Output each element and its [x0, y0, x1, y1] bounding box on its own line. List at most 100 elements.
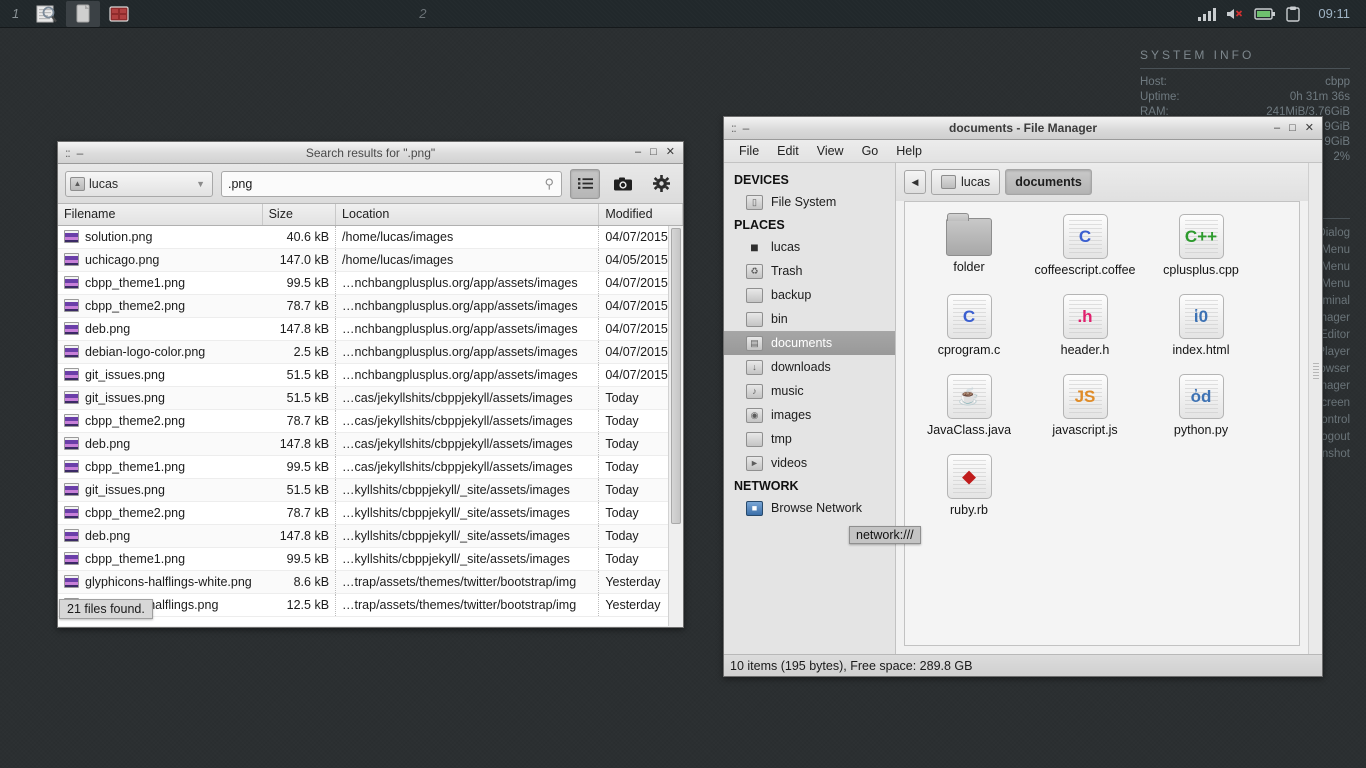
battery-icon[interactable]	[1254, 7, 1276, 21]
table-row[interactable]: cbpp_theme1.png 99.5 kB …kyllshits/cbppjek…	[58, 547, 683, 571]
workspace-button-1[interactable]: 1	[0, 0, 29, 28]
cell-filename[interactable]: git_issues.png	[58, 363, 263, 387]
fm-titlebar-left[interactable]: :: –	[724, 121, 749, 135]
taskbar[interactable]: 1 2 09:11	[0, 0, 1366, 28]
window-menu-icon[interactable]: ::	[65, 146, 71, 160]
table-row[interactable]: cbpp_theme2.png 78.7 kB …kyllshits/cbppjek…	[58, 501, 683, 525]
menu-file[interactable]: File	[730, 142, 768, 160]
file-item[interactable]: ◆ ruby.rb	[911, 452, 1027, 532]
search-window-titlebar[interactable]: :: – Search results for ".png" – □ ✕	[58, 142, 683, 164]
list-view-icon[interactable]	[570, 168, 600, 199]
cell-filename[interactable]: deb.png	[58, 317, 263, 341]
file-item[interactable]: Ccprogram.c	[911, 292, 1027, 372]
file-item[interactable]: ☕ JavaClass.java	[911, 372, 1027, 452]
table-row[interactable]: glyphicons-halflings-white.png 8.6 kB …tra…	[58, 570, 683, 594]
table-row[interactable]: deb.png 147.8 kB …cas/jekyllshits/cbppjeky…	[58, 432, 683, 456]
maximize-icon[interactable]: □	[650, 147, 657, 158]
file-item[interactable]: folder	[911, 212, 1027, 292]
workspace-button-2[interactable]: 2	[405, 0, 436, 28]
breadcrumb-item-documents[interactable]: documents	[1005, 169, 1092, 195]
fm-menubar[interactable]: File Edit View Go Help	[724, 140, 1322, 163]
clipboard-icon[interactable]	[1286, 6, 1301, 22]
maximize-icon[interactable]: □	[1289, 122, 1296, 134]
cell-filename[interactable]: cbpp_theme2.png	[58, 409, 263, 433]
fm-sidebar[interactable]: DEVICES ▯ File System PLACES ■ lucas ♻ Trash bac…	[724, 163, 896, 654]
breadcrumb-item-lucas[interactable]: lucas	[931, 169, 1001, 195]
breadcrumb[interactable]: ◀ lucas documents	[896, 163, 1308, 201]
column-header-location[interactable]: Location	[335, 204, 600, 226]
sidebar-item-lucas[interactable]: ■ lucas	[724, 235, 895, 259]
taskbar-launcher-file-manager[interactable]	[66, 0, 101, 27]
taskbar-clock[interactable]: 09:11	[1310, 6, 1356, 21]
gear-icon[interactable]	[646, 169, 676, 199]
menu-help[interactable]: Help	[887, 142, 931, 160]
camera-icon[interactable]	[608, 169, 638, 199]
close-icon[interactable]: ✕	[666, 147, 675, 158]
cell-filename[interactable]: deb.png	[58, 524, 263, 548]
cell-filename[interactable]: debian-logo-color.png	[58, 340, 263, 364]
fm-scrollbar[interactable]	[1308, 163, 1322, 654]
sidebar-item-tmp[interactable]: tmp	[724, 427, 895, 451]
cell-filename[interactable]: git_issues.png	[58, 478, 263, 502]
cell-filename[interactable]: cbpp_theme2.png	[58, 501, 263, 525]
table-row[interactable]: cbpp_theme2.png 78.7 kB …cas/jekyllshits/c…	[58, 409, 683, 433]
shade-icon[interactable]: –	[77, 147, 84, 159]
signal-bars-icon[interactable]	[1198, 7, 1217, 21]
table-row[interactable]: git_issues.png 51.5 kB …kyllshits/cbppjeky…	[58, 478, 683, 502]
table-row[interactable]: cbpp_theme1.png 99.5 kB …nchbangplusplus.o…	[58, 271, 683, 295]
column-header-modified[interactable]: Modified	[598, 204, 683, 226]
search-results-window[interactable]: :: – Search results for ".png" – □ ✕ ▲ l…	[57, 141, 684, 628]
menu-edit[interactable]: Edit	[768, 142, 808, 160]
table-row[interactable]: solution.png 40.6 kB/home/lucas/images 04/…	[58, 225, 683, 249]
location-combobox[interactable]: ▲ lucas ▼	[65, 170, 213, 197]
fm-main-pane[interactable]: ◀ lucas documents folder Ccoffeescript.co…	[896, 163, 1308, 654]
table-row[interactable]: git_issues.png 51.5 kB …cas/jekyllshits/cb…	[58, 386, 683, 410]
sidebar-item-bin[interactable]: bin	[724, 307, 895, 331]
magnifier-icon[interactable]: ⚲	[544, 176, 554, 192]
cell-filename[interactable]: solution.png	[58, 225, 263, 249]
cell-filename[interactable]: cbpp_theme1.png	[58, 271, 263, 295]
search-results-list[interactable]: Filename Size Location Modified solution…	[58, 204, 683, 626]
file-item[interactable]: .h header.h	[1027, 292, 1143, 372]
sidebar-item-images[interactable]: ◉ images	[724, 403, 895, 427]
file-item[interactable]: ὀd python.py	[1143, 372, 1259, 452]
sidebar-item-documents[interactable]: ▤ documents	[724, 331, 895, 355]
window-menu-icon[interactable]: ::	[731, 121, 737, 135]
file-item[interactable]: C++ cplusplus.cpp	[1143, 212, 1259, 292]
search-results-table[interactable]: Filename Size Location Modified solution…	[58, 204, 683, 617]
sidebar-item-trash[interactable]: ♻ Trash	[724, 259, 895, 283]
cell-filename[interactable]: cbpp_theme1.png	[58, 455, 263, 479]
volume-muted-icon[interactable]	[1226, 7, 1244, 21]
cell-filename[interactable]: uchicago.png	[58, 248, 263, 272]
file-item[interactable]: Ccoffeescript.coffee	[1027, 212, 1143, 292]
cell-filename[interactable]: git_issues.png	[58, 386, 263, 410]
search-titlebar-buttons[interactable]: – □ ✕	[635, 147, 683, 158]
minimize-icon[interactable]: –	[1274, 122, 1280, 134]
column-header-size[interactable]: Size	[262, 204, 337, 226]
table-row[interactable]: git_issues.png 51.5 kB …nchbangplusplus.or…	[58, 363, 683, 387]
scrollbar-grip[interactable]	[1312, 363, 1319, 379]
sidebar-item-videos[interactable]: ► videos	[724, 451, 895, 475]
fm-titlebar-buttons[interactable]: – □ ✕	[1274, 122, 1322, 134]
search-input[interactable]: .png ⚲	[221, 170, 562, 197]
file-item[interactable]: JS javascript.js	[1027, 372, 1143, 452]
sidebar-item-music[interactable]: ♪ music	[724, 379, 895, 403]
cell-filename[interactable]: glyphicons-halflings-white.png	[58, 570, 263, 594]
table-header-row[interactable]: Filename Size Location Modified	[58, 204, 683, 226]
back-arrow-icon[interactable]: ◀	[904, 170, 926, 194]
table-row[interactable]: deb.png 147.8 kB …nchbangplusplus.org/app/…	[58, 317, 683, 341]
table-row[interactable]: uchicago.png 147.0 kB/home/lucas/images 04…	[58, 248, 683, 272]
taskbar-launcher-search[interactable]	[30, 1, 64, 27]
sidebar-item-backup[interactable]: backup	[724, 283, 895, 307]
column-header-filename[interactable]: Filename	[58, 204, 263, 226]
file-item[interactable]: ἱ0 index.html	[1143, 292, 1259, 372]
scrollbar-thumb[interactable]	[671, 228, 681, 524]
fm-titlebar[interactable]: :: – documents - File Manager – □ ✕	[724, 117, 1322, 140]
file-manager-window[interactable]: :: – documents - File Manager – □ ✕ File…	[723, 116, 1323, 677]
menu-view[interactable]: View	[808, 142, 853, 160]
table-row[interactable]: cbpp_theme2.png 78.7 kB …nchbangplusplus.o…	[58, 294, 683, 318]
search-results-body[interactable]: solution.png 40.6 kB/home/lucas/images 04/…	[58, 225, 683, 617]
chevron-down-icon[interactable]: ▼	[196, 179, 205, 189]
table-row[interactable]: debian-logo-color.png 2.5 kB …nchbangplusp…	[58, 340, 683, 364]
search-toolbar[interactable]: ▲ lucas ▼ .png ⚲	[58, 164, 683, 204]
